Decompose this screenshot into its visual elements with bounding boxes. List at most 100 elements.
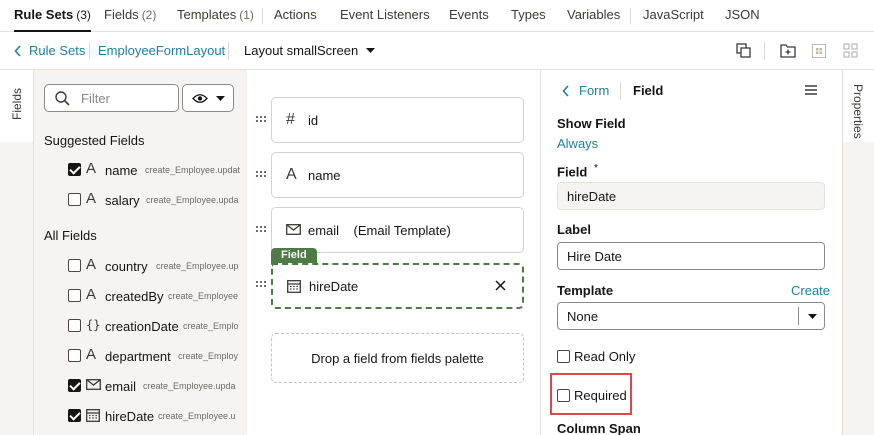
properties-panel-tab[interactable]: Properties <box>842 70 874 435</box>
breadcrumb-layout[interactable]: EmployeeFormLayout <box>98 43 225 58</box>
eye-icon <box>192 93 208 104</box>
fields-panel-tab[interactable]: Fields <box>0 70 34 142</box>
tab-count: (3) <box>76 8 91 22</box>
palette-field-hireDate[interactable]: hireDate create_Employee.u <box>68 406 244 426</box>
visibility-menu-button[interactable] <box>182 84 234 112</box>
canvas-field-card[interactable]: A name <box>271 152 524 198</box>
canvas-field-card[interactable]: # id <box>271 97 524 143</box>
all-fields-heading: All Fields <box>44 228 97 243</box>
text-icon: A <box>86 160 97 177</box>
palette-field-country[interactable]: A country create_Employee.up <box>68 256 244 276</box>
tab-fields[interactable]: Fields (2) <box>104 0 156 32</box>
duplicate-icon[interactable] <box>736 43 751 58</box>
tab-label: Templates <box>177 7 237 22</box>
field-checkbox[interactable] <box>68 259 81 272</box>
field-name: hireDate <box>105 409 155 424</box>
tab-count: (1) <box>239 8 254 22</box>
suggested-fields-heading: Suggested Fields <box>44 133 145 148</box>
text-icon: A <box>286 166 297 183</box>
object-icon: {} <box>86 318 101 332</box>
canvas-field-card[interactable]: email (Email Template) <box>271 207 524 253</box>
text-icon: A <box>86 286 97 303</box>
filter-input[interactable]: Filter <box>44 84 179 112</box>
left-rail <box>0 142 34 435</box>
field-checkbox[interactable] <box>68 193 81 206</box>
breadcrumb-rule-sets[interactable]: Rule Sets <box>29 43 85 58</box>
create-template-link[interactable]: Create <box>791 283 830 298</box>
email-icon <box>286 224 301 235</box>
field-checkbox[interactable] <box>68 163 81 176</box>
tab-types[interactable]: Types <box>511 0 546 32</box>
properties-tab-label: Properties <box>851 84 865 139</box>
grid-icon[interactable] <box>812 44 826 58</box>
field-expression: create_Employee.upda <box>143 381 236 391</box>
email-icon <box>86 379 102 395</box>
tab-event-listeners[interactable]: Event Listeners <box>340 0 430 32</box>
hamburger-menu-icon[interactable] <box>805 85 817 95</box>
card-label: id <box>308 113 319 128</box>
drag-handle-icon[interactable] <box>256 171 266 181</box>
field-name: createdBy <box>105 289 164 304</box>
checkbox-box[interactable] <box>557 389 570 402</box>
show-field-label: Show Field <box>557 116 626 131</box>
field-label: Field * <box>557 163 598 179</box>
field-checkbox[interactable] <box>68 379 81 392</box>
chevron-left-icon[interactable] <box>14 45 22 57</box>
template-select[interactable]: None <box>557 302 825 330</box>
tab-actions[interactable]: Actions <box>274 0 317 32</box>
field-checkbox[interactable] <box>68 289 81 302</box>
field-expression: create_Employee.updat <box>145 165 241 175</box>
field-checkbox[interactable] <box>68 319 81 332</box>
palette-field-name[interactable]: A name create_Employee.updat <box>68 160 244 180</box>
tab-rule-sets[interactable]: Rule Sets (3) <box>14 0 91 32</box>
field-checkbox[interactable] <box>68 409 81 422</box>
properties-tab-box[interactable]: Properties <box>843 70 874 142</box>
tab-variables[interactable]: Variables <box>567 0 620 32</box>
layout-canvas: # id A name email (Email Template) Field… <box>247 70 541 435</box>
toolbar-divider <box>764 42 765 60</box>
select-divider <box>798 307 799 325</box>
tab-json[interactable]: JSON <box>725 0 760 32</box>
palette-field-email[interactable]: email create_Employee.upda <box>68 376 244 396</box>
tab-templates[interactable]: Templates (1) <box>177 0 254 32</box>
drop-zone[interactable]: Drop a field from fields palette <box>271 333 524 383</box>
breadcrumb-divider <box>89 42 90 60</box>
palette-field-salary[interactable]: A salary create_Employee.upda <box>68 190 244 210</box>
filter-placeholder: Filter <box>81 91 110 106</box>
field-name: department <box>105 349 171 364</box>
fields-tab-label: Fields <box>10 87 24 120</box>
field-expression: create_Employee.u <box>158 411 236 421</box>
field-checkbox[interactable] <box>68 349 81 362</box>
tab-count: (2) <box>141 8 157 22</box>
caret-down-icon <box>216 96 225 102</box>
checkbox-label: Read Only <box>574 349 636 364</box>
palette-field-department[interactable]: A department create_Employ <box>68 346 244 366</box>
search-icon <box>55 91 70 106</box>
template-selected-value: None <box>567 309 599 324</box>
show-field-value-link[interactable]: Always <box>557 136 598 151</box>
canvas-field-card-selected[interactable]: hireDate <box>271 263 524 309</box>
field-name-readonly: hireDate <box>557 182 825 210</box>
label-input[interactable]: Hire Date <box>557 242 825 270</box>
chevron-left-icon[interactable] <box>562 85 570 97</box>
field-label-text: Field <box>557 164 588 180</box>
close-icon[interactable] <box>495 280 506 291</box>
add-section-icon[interactable] <box>780 43 796 58</box>
tab-label: Rule Sets <box>14 7 74 22</box>
caret-down-icon[interactable] <box>366 48 375 54</box>
checkbox-box[interactable] <box>557 350 570 363</box>
palette-field-createdBy[interactable]: A createdBy create_Employee <box>68 286 244 306</box>
tab-events[interactable]: Events <box>449 0 489 32</box>
required-mark: * <box>593 163 598 174</box>
tab-javascript[interactable]: JavaScript <box>643 0 704 32</box>
label-label: Label <box>557 222 591 237</box>
tab-divider <box>262 8 263 24</box>
layout-grid-icon[interactable] <box>843 43 859 59</box>
drag-handle-icon[interactable] <box>256 226 266 236</box>
drag-handle-icon[interactable] <box>256 116 266 126</box>
palette-field-creationDate[interactable]: {} creationDate create_Emplo <box>68 316 244 336</box>
drag-handle-icon[interactable] <box>256 281 266 291</box>
properties-title: Field <box>633 83 664 98</box>
back-to-form-link[interactable]: Form <box>579 83 609 98</box>
layout-selector[interactable]: Layout smallScreen <box>244 43 358 58</box>
